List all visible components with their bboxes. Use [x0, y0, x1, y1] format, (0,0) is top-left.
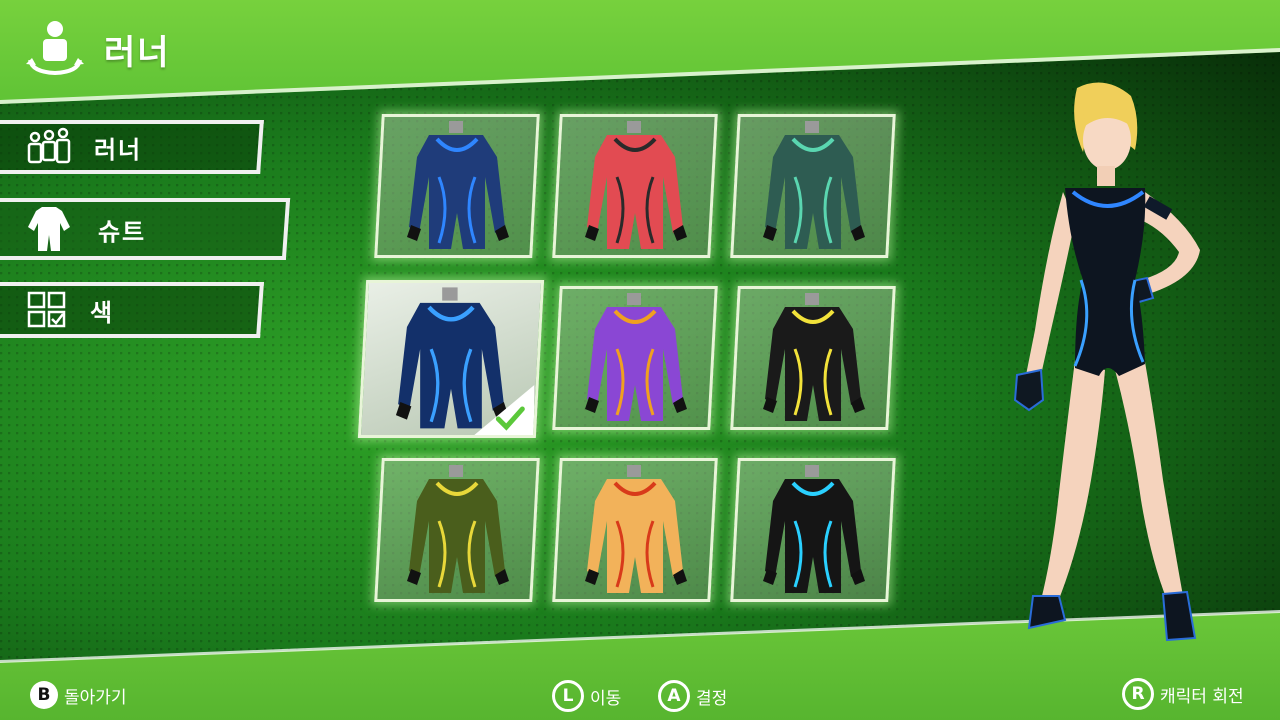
- menu-item-suit[interactable]: 슈트: [0, 198, 291, 260]
- menu-item-label: 러너: [94, 135, 143, 164]
- suit-tile[interactable]: [730, 286, 896, 430]
- runners-icon: [27, 127, 71, 164]
- suit-tile[interactable]: [552, 286, 718, 430]
- rotate-hint[interactable]: R 캐릭터 회전: [1122, 678, 1244, 710]
- suit-tile[interactable]: [552, 114, 718, 258]
- selected-check-icon: [474, 385, 535, 435]
- r-stick-icon: R: [1122, 678, 1154, 710]
- character-preview[interactable]: [995, 80, 1225, 650]
- suit-tile[interactable]: [374, 114, 540, 258]
- page-title: 러너: [104, 32, 171, 73]
- suit-tile[interactable]: [552, 458, 718, 602]
- suit-image: [407, 121, 509, 249]
- menu-item-label: 슈트: [98, 217, 147, 246]
- rotate-label: 캐릭터 회전: [1160, 686, 1244, 707]
- suit-image: [585, 293, 687, 421]
- suit-image: [763, 465, 865, 593]
- page-header: 러너: [24, 18, 171, 80]
- suit-icon: [27, 207, 70, 251]
- back-hint[interactable]: B 돌아가기: [30, 681, 127, 709]
- suit-tile[interactable]: [357, 280, 545, 438]
- suit-image: [407, 465, 509, 593]
- back-label: 돌아가기: [64, 687, 127, 708]
- suit-image: [763, 121, 865, 249]
- color-grid-icon: [27, 291, 66, 328]
- suit-tile[interactable]: [730, 458, 896, 602]
- confirm-label: 결정: [696, 688, 728, 709]
- menu-item-runner[interactable]: 러너: [0, 120, 264, 174]
- suit-image: [585, 121, 687, 249]
- b-button-icon: B: [30, 681, 58, 709]
- move-label: 이동: [590, 688, 622, 709]
- suit-image: [763, 293, 865, 421]
- menu-item-color[interactable]: 색: [0, 282, 264, 338]
- suit-tile[interactable]: [730, 114, 896, 258]
- suit-image: [585, 465, 687, 593]
- runner-rotate-icon: [26, 21, 84, 76]
- a-button-icon: A: [658, 680, 690, 712]
- l-stick-icon: L: [552, 680, 584, 712]
- confirm-hint[interactable]: A 결정: [658, 680, 727, 712]
- move-hint[interactable]: L 이동: [552, 680, 621, 712]
- menu-item-label: 색: [90, 298, 115, 327]
- suit-tile[interactable]: [374, 458, 540, 602]
